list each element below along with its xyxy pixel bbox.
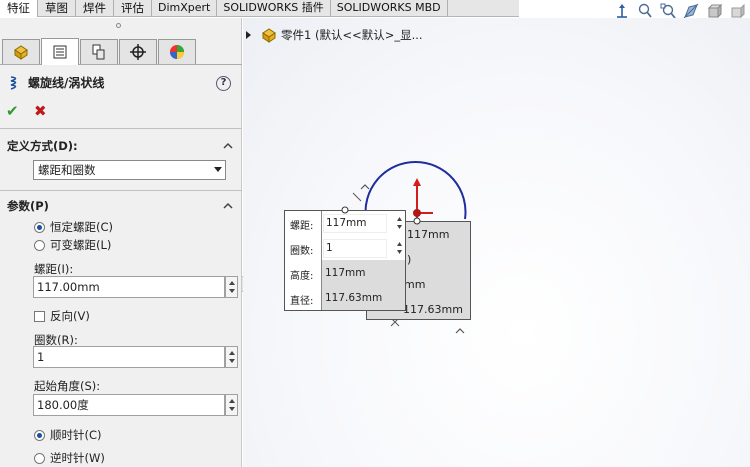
radio-icon — [34, 452, 45, 464]
reverse-checkbox[interactable]: 反向(V) — [34, 308, 90, 324]
featuremanager-icon[interactable] — [2, 39, 40, 64]
start-angle-input[interactable]: 180.00度 — [33, 394, 238, 416]
clockwise-label: 顺时针(C) — [50, 428, 102, 442]
chevron-up-icon[interactable] — [360, 184, 370, 190]
tab-solidworks-mbd[interactable]: SOLIDWORKS MBD — [331, 0, 448, 17]
checkbox-icon — [34, 310, 45, 322]
cancel-button[interactable]: ✖ — [34, 102, 47, 120]
counterclockwise-radio[interactable]: 逆时针(W) — [34, 450, 105, 466]
clockwise-radio[interactable]: 顺时针(C) — [34, 427, 102, 443]
radio-selected-icon — [34, 221, 45, 233]
feature-title-text: 螺旋线/涡状线 — [28, 76, 105, 90]
display-manager-icon[interactable] — [158, 39, 196, 64]
command-manager-tabs: 特征 草图 焊件 评估 DimXpert SOLIDWORKS 插件 SOLID… — [0, 0, 519, 17]
tab-evaluate[interactable]: 评估 — [114, 0, 152, 17]
start-angle-value: 180.00度 — [37, 398, 89, 412]
pitch-label: 螺距(I): — [34, 262, 74, 276]
dimxpert-icon[interactable] — [119, 39, 157, 64]
feature-title: 螺旋线/涡状线 — [8, 74, 104, 91]
counterclockwise-label: 逆时针(W) — [50, 451, 105, 465]
callout-height-value: 117mm — [325, 267, 366, 279]
callout-row-revolutions: 圈数: 1 — [285, 236, 405, 261]
reverse-label: 反向(V) — [50, 309, 90, 323]
callout-pin-icon[interactable] — [412, 216, 422, 226]
callout-dia-value: 117.63mm — [325, 292, 383, 304]
pitch-stepper[interactable] — [225, 276, 238, 298]
propertymanager-icon[interactable] — [41, 38, 79, 65]
callout-pin-icon[interactable] — [340, 205, 350, 215]
panel-grip-icon[interactable] — [116, 23, 121, 28]
callout-back-value: ) — [407, 253, 412, 266]
chevron-up-icon[interactable] — [222, 200, 234, 212]
callout-rev-input[interactable]: 1 — [323, 239, 387, 258]
callout-pitch-key: 螺距: — [290, 221, 314, 232]
revolutions-value: 1 — [37, 350, 45, 364]
callout-back-value: 117mm — [407, 228, 450, 241]
start-angle-stepper[interactable] — [225, 394, 238, 416]
helix-icon — [10, 75, 17, 90]
configurationmanager-icon[interactable] — [80, 39, 118, 64]
leader-line — [352, 192, 362, 202]
tab-weldments[interactable]: 焊件 — [76, 0, 114, 17]
radio-icon — [34, 239, 45, 251]
revolutions-stepper[interactable] — [225, 346, 238, 368]
callout-row-diameter: 直径: 117.63mm — [285, 286, 405, 311]
chevron-up-icon[interactable] — [455, 328, 465, 334]
tab-sketch[interactable]: 草图 — [38, 0, 76, 17]
radio-selected-icon — [34, 429, 45, 441]
tab-dimxpert[interactable]: DimXpert — [152, 0, 218, 17]
spin-arrows-icon[interactable] — [396, 215, 403, 231]
callout-back-value: 117.63mm — [403, 303, 463, 316]
constant-pitch-radio[interactable]: 恒定螺距(C) — [34, 219, 113, 235]
helix-parameter-callout[interactable]: 螺距: 117mm 圈数: 1 高度: 117mm 直径: 117.63mm — [284, 210, 406, 311]
revolutions-input[interactable]: 1 — [33, 346, 238, 368]
divider — [0, 128, 242, 129]
property-manager-panel: 螺旋线/涡状线 ? ✔ ✖ 定义方式(D): 螺距和圈数 参数(P) 恒定螺距(… — [0, 18, 242, 467]
constant-pitch-label: 恒定螺距(C) — [50, 220, 114, 234]
spin-arrows-icon[interactable] — [396, 240, 403, 256]
arrow-head-icon — [413, 178, 421, 186]
manager-tabs — [0, 37, 242, 65]
tab-features[interactable]: 特征 — [0, 0, 38, 17]
help-button[interactable]: ? — [216, 76, 231, 91]
callout-pitch-input[interactable]: 117mm — [323, 214, 387, 233]
divider — [0, 190, 242, 191]
parameters-header[interactable]: 参数(P) — [7, 198, 49, 214]
chevron-down-icon — [214, 167, 222, 172]
tab-solidworks-addins[interactable]: SOLIDWORKS 插件 — [217, 0, 331, 17]
variable-pitch-radio[interactable]: 可变螺距(L) — [34, 237, 111, 253]
callout-rev-key: 圈数: — [290, 246, 314, 257]
define-by-select[interactable]: 螺距和圈数 — [33, 160, 226, 180]
pitch-value: 117.00mm — [37, 280, 100, 294]
pitch-input[interactable]: 117.00mm — [33, 276, 238, 298]
define-by-header[interactable]: 定义方式(D): — [7, 138, 78, 154]
callout-dia-key: 直径: — [290, 296, 314, 307]
chevron-up-icon[interactable] — [222, 140, 234, 152]
callout-row-height: 高度: 117mm — [285, 261, 405, 286]
ok-button[interactable]: ✔ — [6, 102, 19, 120]
callout-height-key: 高度: — [290, 271, 314, 282]
start-angle-label: 起始角度(S): — [34, 379, 101, 393]
variable-pitch-label: 可变螺距(L) — [50, 238, 112, 252]
define-by-value: 螺距和圈数 — [38, 163, 96, 177]
